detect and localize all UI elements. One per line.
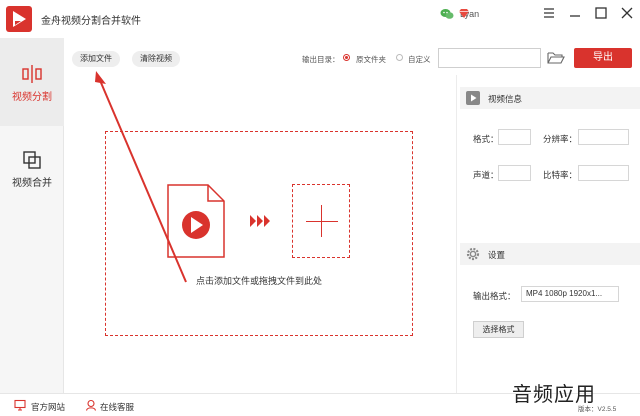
online-service-link[interactable]: 在线客服 — [100, 401, 134, 413]
maximize-icon[interactable] — [594, 6, 608, 20]
wechat-icon — [440, 9, 454, 19]
format-field — [498, 129, 531, 145]
drop-hint-text: 点击添加文件或拖拽文件到此处 — [195, 276, 322, 286]
video-info-icon — [466, 91, 480, 105]
title-bar: 金舟视频分割合并软件 Lyan — [0, 0, 640, 38]
customer-service-icon — [85, 399, 97, 411]
radio-source-folder-label[interactable]: 原文件夹 — [356, 54, 386, 65]
official-site-link[interactable]: 官方网站 — [31, 401, 65, 413]
close-icon[interactable] — [620, 6, 634, 20]
radio-source-folder[interactable] — [343, 54, 350, 61]
menu-icon[interactable] — [542, 6, 556, 20]
format-label: 格式： — [473, 134, 499, 144]
bitrate-field — [578, 165, 629, 181]
gear-icon — [466, 247, 480, 261]
radio-custom-label[interactable]: 自定义 — [408, 54, 431, 65]
export-button[interactable]: 导出 — [574, 48, 632, 68]
vip-diamond-icon[interactable] — [458, 8, 470, 19]
bitrate-label: 比特率： — [543, 170, 578, 180]
panel-divider — [456, 75, 457, 393]
sidebar-item-video-merge[interactable]: 视频合并 — [0, 138, 64, 226]
sidebar-item-video-split[interactable]: 视频分割 — [0, 38, 64, 126]
app-logo-icon — [6, 6, 32, 32]
radio-custom[interactable] — [396, 54, 403, 61]
output-format-field: MP4 1080p 1920x1... — [521, 286, 619, 302]
watermark-text: 音频应用 — [512, 384, 596, 406]
split-icon — [22, 65, 42, 83]
output-dir-label: 输出目录： — [302, 55, 340, 64]
resolution-label: 分辨率： — [543, 134, 578, 144]
settings-title: 设置 — [488, 250, 506, 260]
choose-format-button[interactable]: 选择格式 — [473, 321, 524, 338]
monitor-icon — [14, 399, 26, 411]
settings-header: 设置 — [460, 243, 640, 265]
video-info-header: 视频信息 — [460, 87, 640, 109]
merge-icon — [23, 151, 41, 169]
output-format-label: 输出格式： — [473, 291, 516, 301]
video-info-title: 视频信息 — [488, 94, 523, 104]
add-plus-box[interactable] — [292, 184, 350, 258]
clear-video-button[interactable]: 清除视频 — [132, 51, 180, 67]
file-drop-zone[interactable] — [105, 131, 413, 336]
sidebar: 视频分割 视频合并 — [0, 38, 64, 393]
triple-arrow-icon — [250, 215, 270, 227]
folder-open-icon[interactable] — [547, 51, 565, 65]
output-path-input[interactable] — [438, 48, 541, 68]
resolution-field — [578, 129, 629, 145]
sidebar-item-label: 视频分割 — [12, 92, 52, 103]
channel-label: 声道： — [473, 170, 499, 180]
video-file-icon — [167, 184, 225, 258]
add-file-button[interactable]: 添加文件 — [72, 51, 120, 67]
minimize-icon[interactable] — [568, 6, 582, 20]
channel-field — [498, 165, 531, 181]
app-title: 金舟视频分割合并软件 — [41, 16, 141, 27]
sidebar-item-label: 视频合并 — [12, 178, 52, 189]
